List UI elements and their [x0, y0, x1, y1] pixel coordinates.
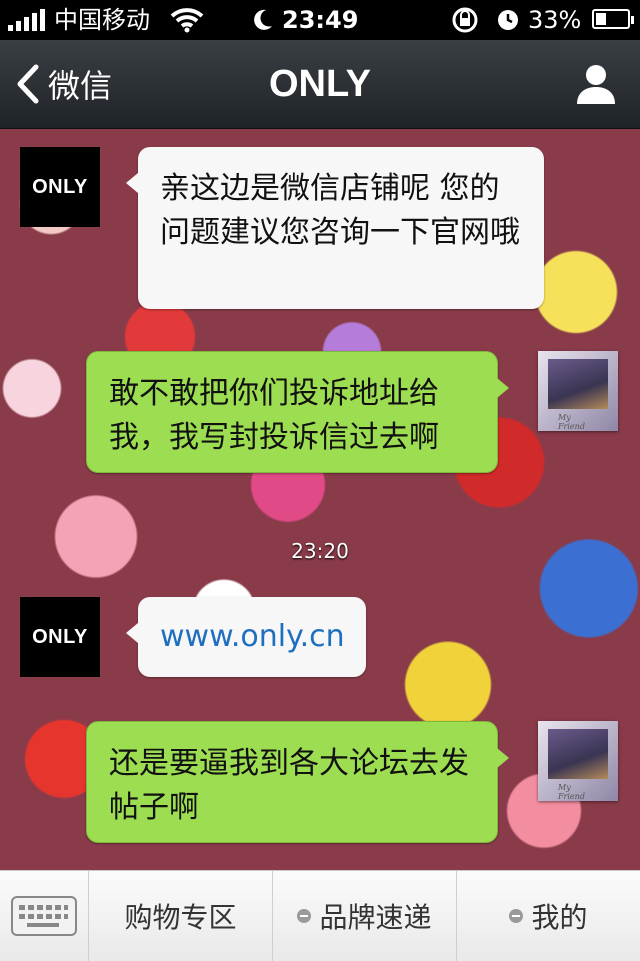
page-title: ONLY: [268, 63, 372, 105]
message-bubble-incoming[interactable]: 亲这边是微信店铺呢 您的问题建议您咨询一下官网哦: [126, 147, 544, 309]
back-label: 微信: [48, 67, 113, 105]
keyboard-icon: [11, 896, 77, 936]
message-timestamp: 23:20: [291, 539, 349, 563]
moon-icon: [254, 9, 272, 30]
message-bubble-outgoing[interactable]: 敢不敢把你们投诉地址给我，我写封投诉信过去啊: [86, 351, 509, 473]
back-button[interactable]: 微信: [14, 58, 112, 110]
menu-item-mine[interactable]: 我的: [456, 871, 640, 961]
nav-bar: 微信 ONLY: [0, 40, 640, 129]
alarm-icon: [498, 10, 518, 30]
battery-icon: [592, 9, 634, 29]
user-avatar[interactable]: My Friend: [538, 351, 618, 431]
person-icon: [577, 65, 615, 104]
carrier-label: 中国移动: [54, 6, 150, 34]
keyboard-toggle-button[interactable]: [0, 871, 88, 961]
chat-area[interactable]: ONLY 亲这边是微信店铺呢 您的问题建议您咨询一下官网哦 敢不敢把你们投诉地址…: [0, 129, 640, 870]
profile-button[interactable]: [574, 62, 618, 106]
status-bar: 中国移动 23:49 33%: [0, 0, 640, 40]
message-bubble-outgoing[interactable]: 还是要逼我到各大论坛去发帖子啊: [86, 721, 509, 843]
menu-item-brand-news[interactable]: 品牌速递: [272, 871, 456, 961]
menu-item-shopping[interactable]: 购物专区: [88, 871, 272, 961]
submenu-icon: [297, 909, 312, 923]
menu-item-label: 购物专区: [124, 901, 237, 934]
menu-item-label: 品牌速递: [319, 901, 432, 934]
menu-item-label: 我的: [531, 901, 588, 934]
rotation-lock-icon: [452, 7, 478, 33]
chevron-left-icon: [17, 64, 39, 104]
battery-percent: 33%: [528, 6, 582, 34]
clock-time: 23:49: [282, 6, 359, 34]
wifi-icon: [170, 8, 204, 33]
bottom-menu-bar: 购物专区 品牌速递 我的: [0, 870, 640, 961]
message-bubble-incoming[interactable]: www.only.cn: [126, 597, 366, 677]
website-link[interactable]: www.only.cn: [160, 619, 345, 654]
user-avatar[interactable]: My Friend: [538, 721, 618, 801]
brand-avatar[interactable]: ONLY: [20, 597, 100, 677]
brand-avatar[interactable]: ONLY: [20, 147, 100, 227]
signal-strength-icon: [8, 9, 48, 31]
submenu-icon: [509, 909, 524, 923]
